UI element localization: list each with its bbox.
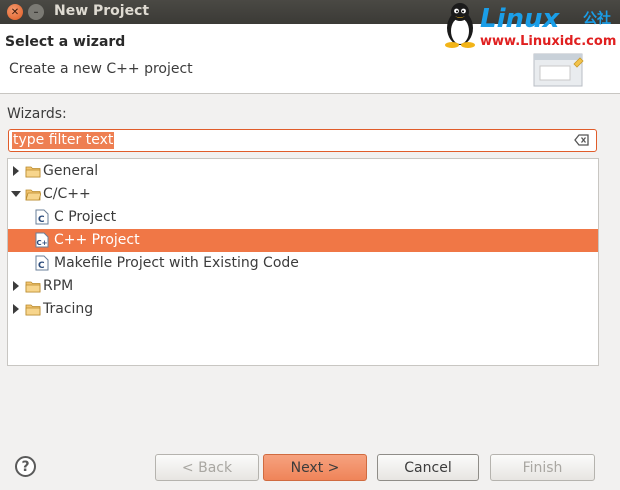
wizard-tree[interactable]: General C/C++ C C Project C+ C++ Project…: [7, 158, 599, 366]
svg-text:C: C: [38, 261, 45, 271]
tree-item-label: Makefile Project with Existing Code: [54, 255, 299, 271]
tree-item-label: C Project: [54, 209, 117, 225]
folder-icon: [25, 304, 41, 316]
help-button[interactable]: ?: [15, 456, 36, 477]
svg-text:C: C: [38, 215, 45, 225]
tree-item-cpp-project[interactable]: C+ C++ Project: [8, 229, 598, 252]
folder-icon: [25, 281, 41, 293]
svg-text:C+: C+: [37, 239, 48, 247]
watermark-brand: Linux: [480, 4, 560, 34]
c-project-icon: C: [35, 209, 49, 225]
tree-item-makefile-project[interactable]: C Makefile Project with Existing Code: [8, 252, 598, 275]
watermark-url: www.Linuxidc.com: [480, 34, 617, 49]
tree-item-label: Tracing: [43, 301, 94, 317]
filter-input[interactable]: type filter text: [8, 129, 597, 152]
wizards-label: Wizards:: [7, 106, 67, 122]
tree-item-general[interactable]: General: [8, 160, 598, 183]
cpp-project-icon: C+: [35, 232, 49, 248]
tree-item-label: C++ Project: [54, 232, 140, 248]
cancel-button[interactable]: Cancel: [377, 454, 479, 481]
close-window-icon[interactable]: ✕: [7, 4, 23, 20]
window-title: New Project: [54, 3, 150, 19]
expand-arrow-icon[interactable]: [11, 304, 21, 314]
tree-item-label: General: [43, 163, 99, 179]
page-description: Create a new C++ project: [9, 61, 193, 77]
collapse-arrow-icon[interactable]: [11, 189, 21, 199]
tree-item-tracing[interactable]: Tracing: [8, 298, 598, 321]
tree-item-rpm[interactable]: RPM: [8, 275, 598, 298]
expand-arrow-icon[interactable]: [11, 166, 21, 176]
minimize-window-icon[interactable]: –: [28, 4, 44, 20]
folder-icon: [25, 166, 41, 178]
clear-filter-icon[interactable]: [574, 133, 590, 147]
tree-item-label: C/C++: [43, 186, 91, 202]
watermark-brand-cn: 公社: [583, 11, 611, 27]
new-wizard-banner-icon: [533, 53, 584, 87]
page-title: Select a wizard: [5, 34, 126, 50]
tux-penguin-icon: [445, 3, 475, 48]
next-button[interactable]: Next >: [263, 454, 367, 481]
tree-item-label: RPM: [43, 278, 74, 294]
tree-item-c-project[interactable]: C C Project: [8, 206, 598, 229]
site-watermark: Linux 公社 www.Linuxidc.com: [440, 2, 618, 50]
finish-button[interactable]: Finish: [490, 454, 595, 481]
makefile-project-icon: C: [35, 255, 49, 271]
open-folder-icon: [25, 189, 41, 201]
tree-item-c-cpp[interactable]: C/C++: [8, 183, 598, 206]
filter-input-value: type filter text: [12, 132, 115, 149]
back-button[interactable]: < Back: [155, 454, 259, 481]
expand-arrow-icon[interactable]: [11, 281, 21, 291]
